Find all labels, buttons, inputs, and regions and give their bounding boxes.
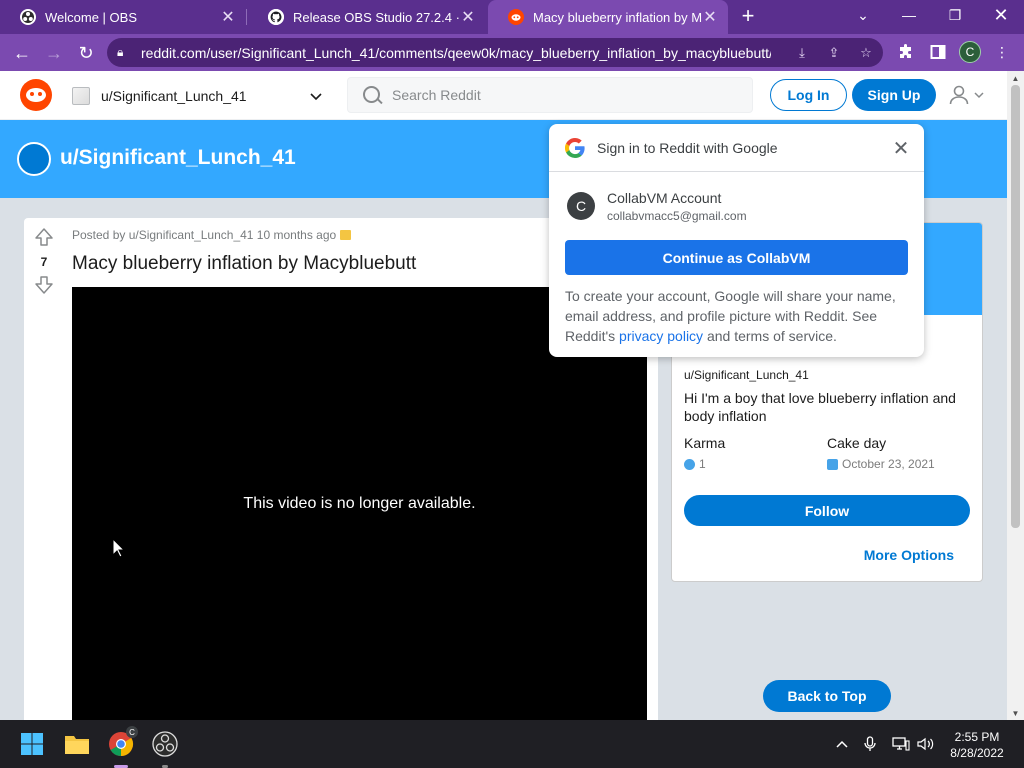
chevron-down-icon — [974, 91, 984, 98]
tab-title: Macy blueberry inflation by Macy — [533, 9, 702, 25]
obs-favicon-icon — [20, 9, 36, 25]
url-text[interactable]: reddit.com/user/Significant_Lunch_41/com… — [141, 45, 771, 61]
post-meta: Posted by u/Significant_Lunch_41 10 mont… — [72, 228, 352, 242]
windows-start-icon[interactable] — [16, 728, 48, 760]
restore-button[interactable]: ❐ — [932, 0, 978, 30]
account-name[interactable]: CollabVM Account — [607, 190, 721, 206]
card-username[interactable]: u/Significant_Lunch_41 — [684, 368, 809, 382]
karma-value: 1 — [684, 457, 706, 471]
lock-icon: 🔒︎ — [117, 45, 124, 59]
tab-title: Release OBS Studio 27.2.4 · obsp — [293, 9, 460, 25]
minimize-button[interactable]: — — [886, 0, 932, 30]
chevron-down-icon — [310, 89, 328, 104]
scroll-up-arrow-icon[interactable]: ▲ — [1007, 71, 1024, 85]
microphone-icon[interactable] — [860, 734, 880, 754]
search-icon — [362, 85, 382, 105]
vote-count: 7 — [40, 255, 48, 269]
user-dropdown[interactable] — [948, 83, 988, 107]
tab-title: Welcome | OBS — [45, 9, 137, 25]
page-scrollbar[interactable]: ▲ ▼ — [1007, 71, 1024, 720]
reddit-favicon-icon — [508, 9, 524, 25]
google-logo-icon — [564, 138, 585, 159]
profile-avatar[interactable]: C — [958, 40, 982, 64]
browser-tab-strip: Welcome | OBS ✕ Release OBS Studio 27.2.… — [0, 0, 1024, 34]
follow-button[interactable]: Follow — [684, 495, 970, 526]
new-tab-button[interactable]: + — [736, 4, 760, 30]
downvote-arrow-icon[interactable] — [33, 274, 55, 296]
reddit-header: u/Significant_Lunch_41 Log In Sign Up — [0, 71, 1007, 120]
tab-obs-welcome[interactable]: Welcome | OBS ✕ — [0, 0, 246, 34]
extensions-puzzle-icon[interactable] — [894, 40, 918, 64]
popup-info-text: To create your account, Google will shar… — [565, 288, 896, 344]
tab-search-chevron-icon[interactable]: ⌄ — [840, 0, 886, 30]
tab-obs-release[interactable]: Release OBS Studio 27.2.4 · obsp ✕ — [248, 0, 486, 34]
scroll-down-arrow-icon[interactable]: ▼ — [1007, 706, 1024, 720]
search-bar[interactable] — [347, 77, 753, 113]
close-window-button[interactable]: ✕ — [978, 0, 1024, 30]
google-signin-popup: Sign in to Reddit with Google ✕ C Collab… — [549, 124, 924, 357]
karma-icon — [684, 458, 695, 470]
forward-arrow-icon[interactable]: → — [40, 39, 68, 67]
community-dropdown[interactable]: u/Significant_Lunch_41 — [70, 82, 328, 110]
network-icon[interactable] — [891, 734, 911, 754]
cake-icon — [827, 458, 838, 470]
card-bio: Hi I'm a boy that love blueberry inflati… — [684, 390, 956, 424]
banner-username: u/Significant_Lunch_41 — [60, 146, 296, 169]
github-favicon-icon — [268, 9, 284, 25]
karma-label: Karma — [684, 435, 726, 451]
continue-as-button[interactable]: Continue as CollabVM — [565, 240, 908, 275]
award-icon — [340, 230, 352, 240]
account-email: collabvmacc5@gmail.com — [607, 209, 747, 223]
cakeday-label: Cake day — [827, 435, 887, 451]
avatar[interactable] — [17, 142, 51, 176]
tab-reddit-post[interactable]: Macy blueberry inflation by Macy ✕ — [488, 0, 728, 34]
reload-icon[interactable]: ↻ — [72, 39, 100, 67]
browser-toolbar: ← → ↻ 🔒︎ reddit.com/user/Significant_Lun… — [0, 34, 1024, 71]
tray-chevron-up-icon[interactable] — [832, 734, 852, 754]
side-panel-icon[interactable] — [926, 40, 950, 64]
search-input[interactable] — [392, 87, 722, 103]
privacy-policy-link[interactable]: privacy policy — [619, 328, 703, 344]
broken-image-icon — [72, 87, 90, 105]
bookmark-star-icon[interactable]: ☆ — [857, 44, 875, 62]
back-to-top-button[interactable]: Back to Top — [763, 680, 891, 712]
cakeday-value: October 23, 2021 — [827, 457, 935, 471]
clock-time: 2:55 PM — [954, 730, 1000, 744]
address-bar[interactable]: 🔒︎ reddit.com/user/Significant_Lunch_41/… — [107, 38, 883, 67]
account-avatar[interactable]: C — [567, 192, 595, 220]
close-icon[interactable]: ✕ — [889, 136, 913, 160]
chrome-taskbar-icon[interactable]: C — [105, 726, 138, 768]
tab-close-icon[interactable]: ✕ — [460, 7, 476, 27]
community-name: u/Significant_Lunch_41 — [101, 88, 247, 104]
reddit-logo-icon[interactable] — [20, 79, 52, 111]
popup-title: Sign in to Reddit with Google — [597, 140, 778, 156]
post-meta-text: Posted by u/Significant_Lunch_41 10 mont… — [72, 228, 337, 242]
tab-close-icon[interactable]: ✕ — [220, 7, 236, 27]
file-explorer-icon[interactable] — [61, 728, 93, 760]
scrollbar-thumb[interactable] — [1011, 85, 1020, 528]
tab-close-icon[interactable]: ✕ — [702, 7, 718, 27]
obs-taskbar-icon[interactable] — [149, 728, 181, 768]
system-clock[interactable]: 2:55 PM 8/28/2022 — [942, 729, 1012, 761]
clock-date: 8/28/2022 — [950, 746, 1004, 760]
popup-header: Sign in to Reddit with Google ✕ — [549, 124, 924, 172]
tab-separator — [246, 9, 247, 25]
signup-button[interactable]: Sign Up — [852, 79, 936, 111]
chrome-menu-icon[interactable]: ⋮ — [990, 40, 1014, 64]
user-icon — [949, 85, 969, 105]
windows-taskbar: C 2:55 PM 8/28/2022 — [0, 720, 1024, 768]
more-options-button[interactable]: More Options — [864, 547, 954, 563]
post-title[interactable]: Macy blueberry inflation by Macybluebutt — [72, 253, 416, 275]
upvote-arrow-icon[interactable] — [33, 226, 55, 248]
chrome-profile-badge: C — [126, 726, 138, 738]
share-icon[interactable]: ⇪ — [825, 44, 843, 62]
back-arrow-icon[interactable]: ← — [8, 39, 36, 67]
install-app-icon[interactable]: ⤓ — [793, 44, 811, 62]
video-unavailable-message: This video is no longer available. — [243, 494, 476, 512]
login-button[interactable]: Log In — [770, 79, 847, 111]
volume-icon[interactable] — [916, 734, 936, 754]
